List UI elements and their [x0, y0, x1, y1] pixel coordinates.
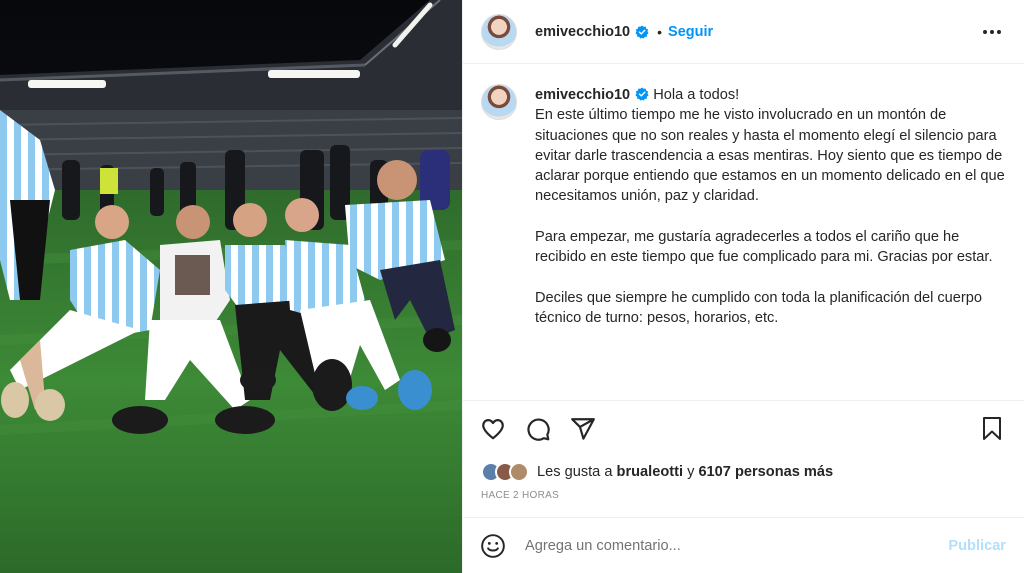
likes-user-link[interactable]: brualeotti	[617, 464, 683, 480]
caption-paragraph-1: En este último tiempo me he visto involu…	[535, 107, 1005, 205]
emoji-icon[interactable]	[479, 532, 507, 560]
team-celebration-image	[0, 0, 462, 573]
post-details-panel: emivecchio10 • Seguir emivecchio10 Hola …	[462, 0, 1024, 573]
share-icon[interactable]	[569, 415, 597, 443]
caption-area: emivecchio10 Hola a todos! En este último…	[463, 65, 1024, 399]
separator-dot: •	[657, 23, 663, 40]
caption-greeting: Hola a todos!	[653, 87, 740, 103]
more-options-icon[interactable]	[980, 20, 1004, 44]
follow-button[interactable]: Seguir	[668, 24, 713, 40]
caption-first-paragraph: emivecchio10 Hola a todos! En este último…	[535, 85, 1005, 207]
caption-row: emivecchio10 Hola a todos! En este último…	[481, 84, 1006, 349]
comment-icon[interactable]	[524, 415, 552, 443]
author-avatar[interactable]	[481, 13, 517, 50]
comment-input[interactable]	[525, 537, 925, 554]
verified-badge-icon	[635, 24, 649, 39]
caption-username[interactable]: emivecchio10	[535, 87, 630, 103]
likes-count-link[interactable]: 6107 personas más	[698, 464, 833, 480]
liker-avatar	[509, 462, 529, 482]
action-bar	[463, 400, 1024, 456]
likes-summary: Les gusta a brualeotti y 6107 personas m…	[481, 462, 833, 482]
caption-paragraph-3: Deciles que siempre he cumplido con toda…	[535, 289, 982, 327]
likes-middle: y	[687, 464, 695, 480]
post-header: emivecchio10 • Seguir	[463, 0, 1024, 64]
heart-icon[interactable]	[479, 415, 507, 443]
liker-avatars[interactable]	[481, 462, 529, 482]
publish-button[interactable]: Publicar	[948, 538, 1006, 554]
comment-bar: Publicar	[463, 517, 1024, 573]
caption-paragraph-2: Para empezar, me gustaría agradecerles a…	[535, 229, 993, 266]
caption-author-avatar[interactable]	[481, 84, 517, 120]
author-username[interactable]: emivecchio10	[535, 24, 630, 40]
bookmark-icon[interactable]	[978, 415, 1006, 443]
verified-badge-icon	[635, 87, 649, 101]
likes-prefix: Les gusta a	[537, 464, 613, 480]
caption-text: emivecchio10 Hola a todos! En este último…	[535, 85, 1005, 349]
post-timestamp[interactable]: HACE 2 HORAS	[481, 490, 559, 501]
post-photo[interactable]	[0, 0, 462, 573]
